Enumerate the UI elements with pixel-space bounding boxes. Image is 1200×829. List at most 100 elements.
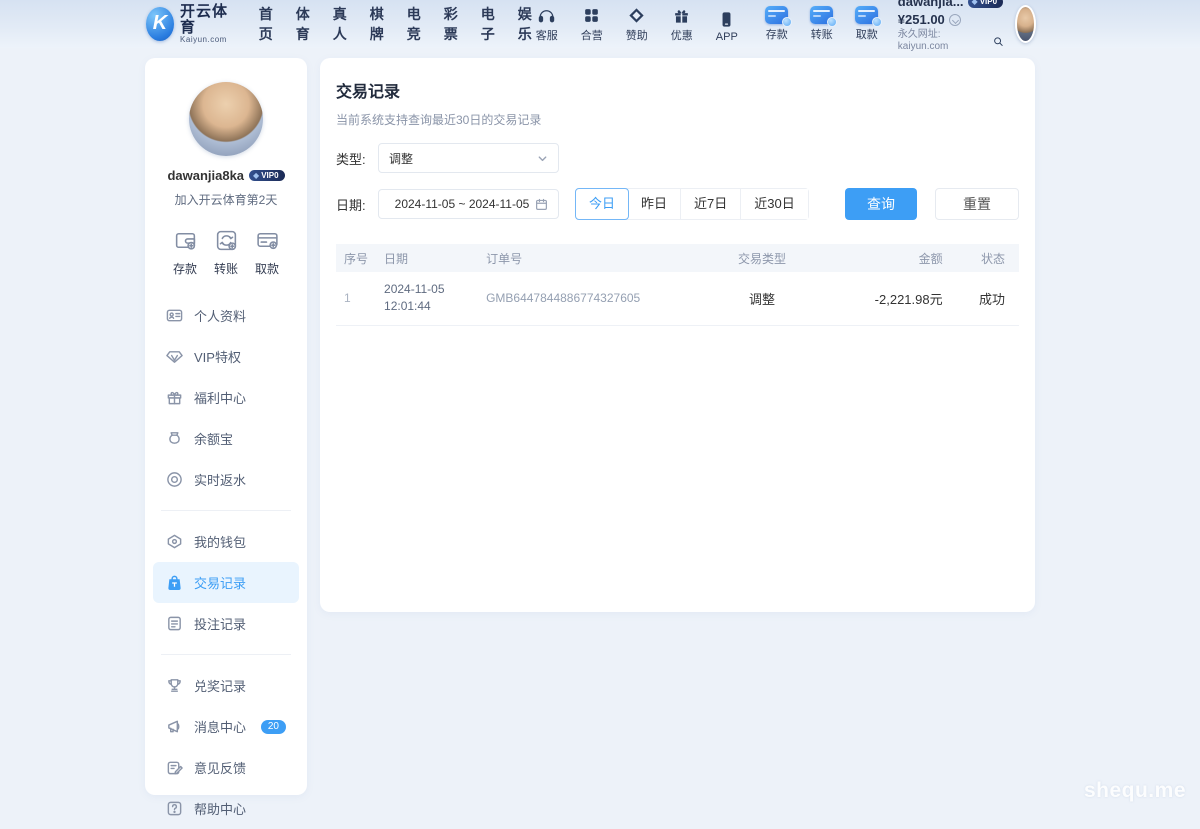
- balance-dropdown-icon[interactable]: [949, 14, 961, 26]
- col-type: 交易类型: [690, 244, 834, 272]
- partnership-button[interactable]: 合营: [577, 6, 607, 43]
- sidebar-item-transactions[interactable]: 交易记录: [153, 562, 299, 603]
- permanent-url: 永久网址: kaiyun.com: [898, 29, 990, 54]
- date-filter-row: 日期: 2024-11-05 ~ 2024-11-05 今日 昨日 近7日 近3…: [336, 188, 1019, 220]
- gem-icon: [166, 348, 183, 365]
- col-amount: 金额: [834, 244, 951, 272]
- sidebar-item-vip[interactable]: VIP特权: [153, 336, 299, 377]
- sidebar-deposit-button[interactable]: 存款: [167, 228, 203, 277]
- nav-live[interactable]: 真人: [333, 4, 347, 44]
- sponsor-button[interactable]: 赞助: [622, 6, 652, 43]
- user-info-block[interactable]: dawanjia... ◆VIP0 ¥251.00 永久网址: kaiyun.c…: [898, 0, 1003, 54]
- sidebar-item-wallet[interactable]: 我的钱包: [153, 521, 299, 562]
- nav-cards[interactable]: 棋牌: [370, 4, 384, 44]
- my-wallet-icon: [166, 533, 183, 550]
- range-7days-button[interactable]: 近7日: [681, 189, 741, 219]
- help-icon: [166, 800, 183, 817]
- table-row[interactable]: 1 2024-11-05 12:01:44 GMB644784488677432…: [336, 272, 1019, 325]
- sidebar: dawanjia8ka ◆VIP0 加入开云体育第2天 存款 转账 取款 个人资…: [145, 58, 307, 795]
- brand-logo-icon: K: [146, 7, 174, 41]
- brand-domain: Kaiyun.com: [180, 36, 233, 44]
- date-range-input[interactable]: 2024-11-05 ~ 2024-11-05: [378, 189, 559, 219]
- site-watermark: shequ.me: [1084, 779, 1186, 803]
- sidebar-quick-actions: 存款 转账 取款: [153, 228, 299, 277]
- message-count-badge: 20: [261, 720, 286, 734]
- nav-home[interactable]: 首页: [259, 4, 273, 44]
- type-select-value: 调整: [389, 150, 413, 167]
- col-order-no: 订单号: [478, 244, 690, 272]
- brand-logo[interactable]: K 开云体育 Kaiyun.com: [146, 4, 233, 44]
- megaphone-icon: [166, 718, 183, 735]
- money-bag-icon: [166, 430, 183, 447]
- nav-slots[interactable]: 电子: [481, 4, 495, 44]
- header-wallet-icons: 存款 转账 取款: [762, 6, 882, 42]
- sidebar-item-welfare[interactable]: 福利中心: [153, 377, 299, 418]
- transfer-icon: [214, 228, 239, 253]
- user-avatar[interactable]: [1015, 5, 1036, 43]
- sidebar-item-help[interactable]: 帮助中心: [153, 788, 299, 829]
- col-date: 日期: [376, 244, 478, 272]
- cell-date: 2024-11-05 12:01:44: [376, 272, 478, 325]
- profile-avatar[interactable]: [189, 82, 263, 156]
- profile-vip-badge: ◆VIP0: [249, 170, 285, 181]
- page-title: 交易记录: [336, 78, 1019, 102]
- search-icon[interactable]: [993, 36, 1004, 47]
- wallet-icon: [173, 228, 198, 253]
- trophy-icon: [166, 677, 183, 694]
- col-status: 状态: [951, 244, 1019, 272]
- range-yesterday-button[interactable]: 昨日: [628, 189, 681, 219]
- gift-icon: [166, 389, 183, 406]
- date-range-value: 2024-11-05 ~ 2024-11-05: [389, 197, 535, 211]
- deposit-icon: [765, 6, 788, 24]
- transfer-badge-icon: [827, 17, 837, 27]
- page-subtitle: 当前系统支持查询最近30日的交易记录: [336, 111, 1019, 128]
- table-header-row: 序号 日期 订单号 交易类型 金额 状态: [336, 244, 1019, 272]
- sidebar-withdraw-button[interactable]: 取款: [249, 228, 285, 277]
- partnership-icon: [582, 6, 601, 25]
- profile-username: dawanjia8ka: [167, 168, 244, 183]
- nav-lottery[interactable]: 彩票: [444, 4, 458, 44]
- vip-badge: ◆VIP0: [968, 0, 1004, 8]
- sidebar-item-prizes[interactable]: 兑奖记录: [153, 665, 299, 706]
- phone-icon: [717, 10, 736, 29]
- user-name: dawanjia...: [898, 0, 964, 11]
- user-balance: ¥251.00: [898, 12, 945, 28]
- nav-sports[interactable]: 体育: [296, 4, 310, 44]
- header-service-icons: 客服 合营 赞助 优惠 APP: [532, 6, 742, 43]
- deposit-badge-icon: [782, 17, 792, 27]
- cell-index: 1: [336, 272, 376, 325]
- col-index: 序号: [336, 244, 376, 272]
- chevron-down-icon: [537, 153, 548, 164]
- sidebar-item-profile[interactable]: 个人资料: [153, 295, 299, 336]
- deposit-button[interactable]: 存款: [762, 6, 792, 42]
- query-button[interactable]: 查询: [845, 188, 917, 220]
- app-download-button[interactable]: APP: [712, 10, 742, 43]
- sidebar-item-messages[interactable]: 消息中心 20: [153, 706, 299, 747]
- shield-icon: ◆: [253, 171, 259, 180]
- id-card-icon: [166, 307, 183, 324]
- transfer-icon: [810, 6, 833, 24]
- range-30days-button[interactable]: 近30日: [741, 189, 807, 219]
- cell-status: 成功: [951, 272, 1019, 325]
- nav-esports[interactable]: 电竞: [407, 4, 421, 44]
- reset-button[interactable]: 重置: [935, 188, 1019, 220]
- brand-name: 开云体育: [180, 4, 233, 36]
- transaction-records-panel: 交易记录 当前系统支持查询最近30日的交易记录 类型: 调整 日期: 2024-…: [320, 58, 1035, 612]
- range-today-button[interactable]: 今日: [575, 188, 629, 220]
- sidebar-transfer-button[interactable]: 转账: [208, 228, 244, 277]
- transaction-bag-icon: [166, 574, 183, 591]
- transfer-button[interactable]: 转账: [807, 6, 837, 42]
- date-label: 日期:: [336, 195, 378, 214]
- sidebar-item-yuebao[interactable]: 余额宝: [153, 418, 299, 459]
- sidebar-item-rebate[interactable]: 实时返水: [153, 459, 299, 500]
- type-select[interactable]: 调整: [378, 143, 559, 173]
- promotions-button[interactable]: 优惠: [667, 6, 697, 43]
- withdraw-badge-icon: [872, 17, 882, 27]
- sidebar-item-feedback[interactable]: 意见反馈: [153, 747, 299, 788]
- withdraw-button[interactable]: 取款: [852, 6, 882, 42]
- customer-service-button[interactable]: 客服: [532, 6, 562, 43]
- sidebar-item-bets[interactable]: 投注记录: [153, 603, 299, 644]
- nav-entertainment[interactable]: 娱乐: [518, 4, 532, 44]
- bank-card-icon: [255, 228, 280, 253]
- feedback-icon: [166, 759, 183, 776]
